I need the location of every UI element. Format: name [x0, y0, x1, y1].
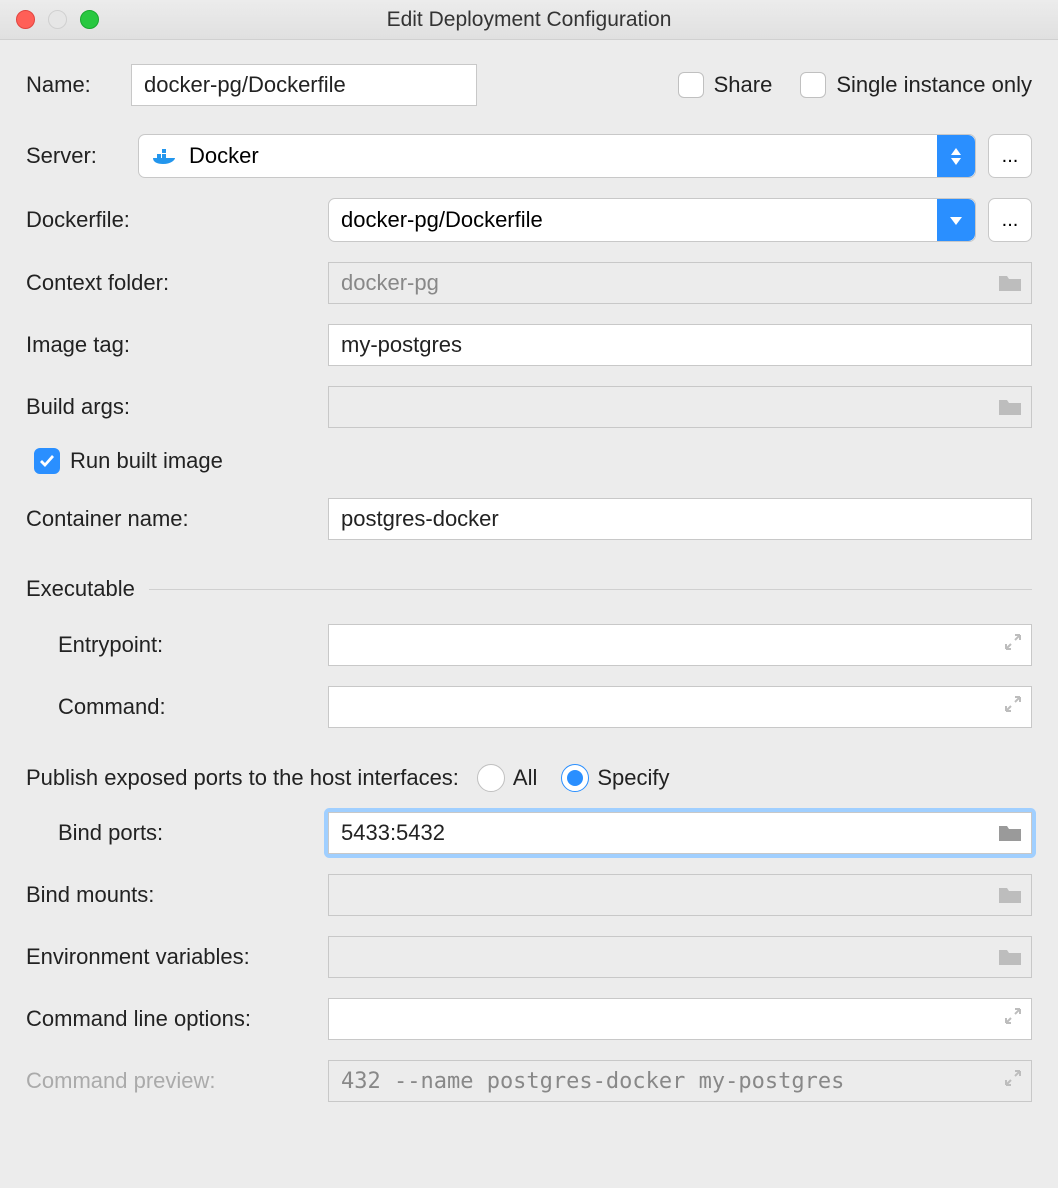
dialog-content: Name: Share Single instance only Server:	[0, 40, 1058, 1126]
server-value: Docker	[189, 143, 259, 169]
context-folder-input[interactable]	[328, 262, 1032, 304]
container-name-label: Container name:	[26, 506, 328, 532]
server-more-button[interactable]: ...	[988, 134, 1032, 178]
folder-icon[interactable]	[998, 397, 1022, 417]
bind-ports-input[interactable]	[328, 812, 1032, 854]
cmd-line-options-input[interactable]	[328, 998, 1032, 1040]
container-name-input[interactable]	[328, 498, 1032, 540]
server-select[interactable]: Docker	[138, 134, 976, 178]
share-checkbox[interactable]	[678, 72, 704, 98]
chevron-up-down-icon	[937, 135, 975, 177]
publish-all-radio[interactable]	[477, 764, 505, 792]
command-row: Command:	[26, 686, 1032, 728]
build-args-input[interactable]	[328, 386, 1032, 428]
dockerfile-select[interactable]: docker-pg/Dockerfile	[328, 198, 976, 242]
folder-icon[interactable]	[998, 947, 1022, 967]
image-tag-input[interactable]	[328, 324, 1032, 366]
name-row: Name: Share Single instance only	[26, 64, 1032, 106]
expand-icon[interactable]	[1004, 633, 1022, 657]
command-label: Command:	[26, 694, 328, 720]
bind-mounts-label: Bind mounts:	[26, 882, 328, 908]
entrypoint-row: Entrypoint:	[26, 624, 1032, 666]
dockerfile-value: docker-pg/Dockerfile	[341, 207, 543, 233]
entrypoint-label: Entrypoint:	[26, 632, 328, 658]
run-built-image-label: Run built image	[70, 448, 223, 474]
bind-ports-label: Bind ports:	[26, 820, 328, 846]
build-args-row: Build args:	[26, 386, 1032, 428]
dockerfile-row: Dockerfile: docker-pg/Dockerfile ...	[26, 198, 1032, 242]
container-name-row: Container name:	[26, 498, 1032, 540]
image-tag-row: Image tag:	[26, 324, 1032, 366]
server-row: Server: Docker ...	[26, 134, 1032, 178]
env-vars-input[interactable]	[328, 936, 1032, 978]
env-vars-label: Environment variables:	[26, 944, 328, 970]
share-label: Share	[714, 72, 773, 98]
publish-specify-label: Specify	[597, 765, 669, 791]
expand-icon[interactable]	[1004, 1069, 1022, 1093]
single-instance-label: Single instance only	[836, 72, 1032, 98]
folder-icon[interactable]	[998, 885, 1022, 905]
executable-label: Executable	[26, 576, 135, 602]
bind-mounts-row: Bind mounts:	[26, 874, 1032, 916]
env-vars-row: Environment variables:	[26, 936, 1032, 978]
title-bar: Edit Deployment Configuration	[0, 0, 1058, 40]
dockerfile-label: Dockerfile:	[26, 207, 328, 233]
name-label: Name:	[26, 72, 131, 98]
run-built-image-checkbox[interactable]	[34, 448, 60, 474]
context-folder-row: Context folder:	[26, 262, 1032, 304]
single-instance-checkbox[interactable]	[800, 72, 826, 98]
run-built-image-row: Run built image	[26, 448, 1032, 474]
chevron-down-icon	[937, 199, 975, 241]
server-label: Server:	[26, 143, 138, 169]
publish-ports-label: Publish exposed ports to the host interf…	[26, 765, 459, 791]
publish-ports-row: Publish exposed ports to the host interf…	[26, 764, 1032, 792]
cmd-line-options-row: Command line options:	[26, 998, 1032, 1040]
command-input[interactable]	[328, 686, 1032, 728]
bind-mounts-input[interactable]	[328, 874, 1032, 916]
window-title: Edit Deployment Configuration	[0, 8, 1058, 32]
cmd-preview-row: Command preview:	[26, 1060, 1032, 1102]
folder-icon[interactable]	[998, 823, 1022, 843]
dialog-window: Edit Deployment Configuration Name: Shar…	[0, 0, 1058, 1188]
bind-ports-row: Bind ports:	[26, 812, 1032, 854]
executable-section: Executable	[26, 576, 1032, 602]
context-folder-label: Context folder:	[26, 270, 328, 296]
name-input[interactable]	[131, 64, 477, 106]
folder-icon[interactable]	[998, 273, 1022, 293]
cmd-line-options-label: Command line options:	[26, 1006, 328, 1032]
entrypoint-input[interactable]	[328, 624, 1032, 666]
expand-icon[interactable]	[1004, 695, 1022, 719]
divider	[149, 589, 1032, 590]
image-tag-label: Image tag:	[26, 332, 328, 358]
build-args-label: Build args:	[26, 394, 328, 420]
cmd-preview-input	[328, 1060, 1032, 1102]
dockerfile-more-button[interactable]: ...	[988, 198, 1032, 242]
docker-icon	[151, 146, 179, 166]
expand-icon[interactable]	[1004, 1007, 1022, 1031]
cmd-preview-label: Command preview:	[26, 1068, 328, 1094]
publish-all-label: All	[513, 765, 537, 791]
publish-specify-radio[interactable]	[561, 764, 589, 792]
